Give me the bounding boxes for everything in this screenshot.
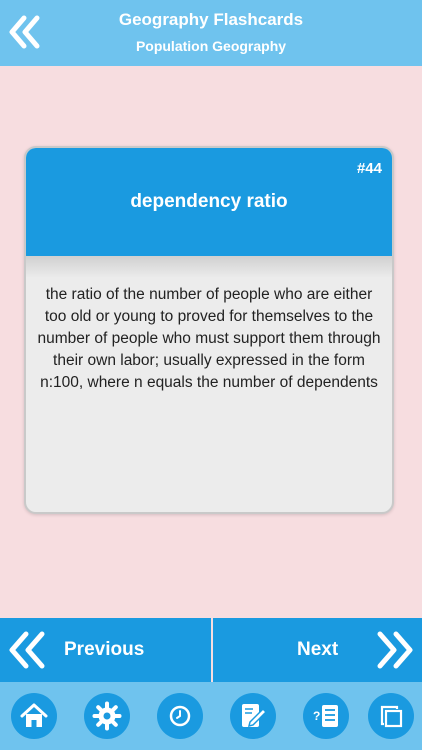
svg-text:?: ? xyxy=(313,709,320,723)
history-button[interactable] xyxy=(157,693,203,739)
card-definition: the ratio of the number of people who ar… xyxy=(37,286,381,391)
gear-icon xyxy=(92,701,122,731)
next-label: Next xyxy=(297,639,339,660)
edit-note-icon xyxy=(242,704,268,728)
previous-label: Previous xyxy=(64,639,145,660)
app-title: Geography Flashcards xyxy=(118,10,304,29)
clock-icon xyxy=(169,705,191,727)
bottom-toolbar: ? xyxy=(0,682,422,750)
notes-button[interactable] xyxy=(230,693,276,739)
copy-icon xyxy=(380,705,403,728)
next-button[interactable]: Next xyxy=(213,618,422,682)
category-subtitle: Population Geography xyxy=(135,38,287,54)
flashcard[interactable]: #44 dependency ratio the ratio of the nu… xyxy=(24,146,394,514)
previous-button[interactable]: Previous xyxy=(0,618,211,682)
double-chevron-right-icon xyxy=(377,631,413,669)
quiz-button[interactable]: ? xyxy=(303,693,349,739)
app-header: Geography Flashcards Population Geograph… xyxy=(0,0,422,66)
card-number: #44 xyxy=(356,160,382,177)
home-icon xyxy=(20,703,48,727)
card-divider-shade xyxy=(26,256,392,278)
copy-button[interactable] xyxy=(368,693,414,739)
flashcard-header: #44 dependency ratio xyxy=(26,148,392,256)
home-button[interactable] xyxy=(11,693,57,739)
double-chevron-left-icon xyxy=(9,631,45,669)
quiz-list-icon: ? xyxy=(313,705,338,727)
card-term: dependency ratio xyxy=(130,191,288,212)
settings-button[interactable] xyxy=(84,693,130,739)
